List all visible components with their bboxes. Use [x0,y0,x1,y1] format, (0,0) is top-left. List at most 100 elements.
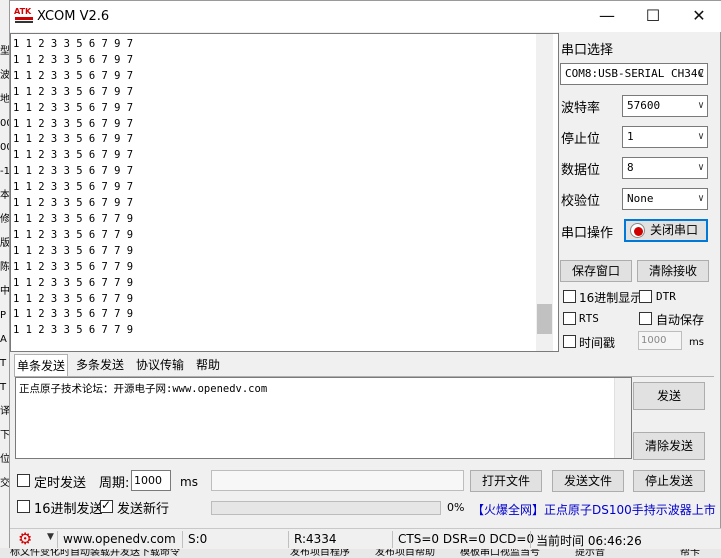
receive-line: 1 1 2 3 3 5 6 7 9 7 [13,117,134,130]
bg-left-char: P [0,310,7,321]
minimize-button[interactable]: — [584,1,630,31]
timestamp-checkbox[interactable] [563,335,576,348]
tab-protocol[interactable]: 协议传输 [134,354,186,376]
status-bar: ⚙ ▼ www.openedv.com S:0 R:4334 CTS=0 DSR… [10,528,721,549]
received-count: R:4334 [294,532,337,546]
bg-left-char: 版 [0,238,9,249]
bg-left-char: 下 [0,430,9,441]
receive-scrollbar[interactable] [536,34,553,351]
send-progress-bar [211,501,441,515]
databits-value: 8 [627,161,634,174]
receive-line: 1 1 2 3 3 5 6 7 9 7 [13,133,134,146]
send-newline-label: 发送新行 [117,502,170,517]
hex-send-label: 16进制发送 [34,502,103,517]
receive-line: 1 1 2 3 3 5 6 7 9 7 [13,149,134,162]
receive-line: 1 1 2 3 3 5 6 7 7 9 [13,212,134,225]
timestamp-label: 时间戳 [579,336,616,350]
save-window-button[interactable]: 保存窗口 [560,260,632,282]
maximize-button[interactable]: ☐ [630,1,676,31]
dtr-checkbox[interactable] [639,290,652,303]
receive-line: 1 1 2 3 3 5 6 7 7 9 [13,244,134,257]
close-port-label: 关闭串口 [650,223,699,237]
rts-checkbox[interactable] [563,312,576,325]
status-separator [530,531,531,548]
receive-line: 1 1 2 3 3 5 6 7 7 9 [13,276,134,289]
receive-line: 1 1 2 3 3 5 6 7 9 7 [13,69,134,82]
bg-left-char: -1 [0,166,9,177]
port-select-value: COM8:USB-SERIAL CH34C [565,67,705,80]
send-file-button[interactable]: 发送文件 [552,470,624,492]
bg-left-char: 型 [0,46,9,57]
bg-left-char: 本 [0,190,9,201]
window-title: XCOM V2.6 [37,9,110,24]
progress-percent: 0% [447,501,465,514]
parity-value: None [627,192,654,205]
open-file-button[interactable]: 打开文件 [470,470,542,492]
receive-line: 1 1 2 3 3 5 6 7 7 9 [13,308,134,321]
port-select[interactable]: COM8:USB-SERIAL CH34C ∨ [560,63,708,85]
tab-help[interactable]: 帮助 [194,354,222,376]
receive-line: 1 1 2 3 3 5 6 7 9 7 [13,181,134,194]
bg-left-char: 波 [0,70,9,81]
send-input[interactable]: 正点原子技术论坛：开源电子网:www.openedv.com [15,377,632,459]
receive-text: 1 1 2 3 3 5 6 7 9 7 1 1 2 3 3 5 6 7 9 7 1 … [13,37,533,339]
hex-display-checkbox[interactable] [563,290,576,303]
send-newline-checkbox[interactable] [100,498,113,513]
baud-value: 57600 [627,99,661,112]
send-scrollbar[interactable] [614,378,631,458]
send-button[interactable]: 发送 [633,382,705,410]
bg-left-char: A [0,334,7,345]
title-bar: ATK XCOM V2.6 — ☐ ✕ [10,1,721,32]
website-link[interactable]: www.openedv.com [63,532,176,546]
tab-multi-send[interactable]: 多条发送 [74,354,126,376]
dropdown-arrow-icon[interactable]: ▼ [47,532,54,542]
receive-line: 1 1 2 3 3 5 6 7 9 7 [13,38,134,50]
bg-bottom-text-2: 发布项目帮助 [375,548,435,558]
stop-send-button[interactable]: 停止发送 [633,470,705,492]
scrollbar-thumb[interactable] [537,304,552,334]
maximize-icon: ☐ [645,6,661,25]
tab-single-send[interactable]: 单条发送 [14,354,69,376]
timestamp-interval-value: 1000 [641,335,667,346]
databits-select[interactable]: 8 ∨ [622,157,708,179]
hex-send-checkbox[interactable] [17,500,30,513]
stopbits-select[interactable]: 1 ∨ [622,126,708,148]
clear-send-button[interactable]: 清除发送 [633,432,705,460]
bg-bottom-text-5: 帮卡 [680,548,700,558]
close-window-button[interactable]: ✕ [676,1,721,31]
status-separator [182,531,183,548]
background-bottom-strip: 标文件变化时自动装载并发送下载命令 发布项目程序 发布项目帮助 模板串口视监当号… [0,548,721,558]
period-label: 周期: [99,476,130,491]
bg-left-char: 译 [0,406,9,417]
receive-line: 1 1 2 3 3 5 6 7 9 7 [13,85,134,98]
stopbits-label: 停止位 [561,132,601,147]
chevron-down-icon: ∨ [697,68,704,79]
atk-logo: ATK [13,6,35,26]
parity-select[interactable]: None ∨ [622,188,708,210]
bg-bottom-text-1: 发布项目程序 [290,548,350,558]
bg-left-char: T [0,382,7,393]
settings-gear-icon[interactable]: ⚙ [18,529,32,548]
receive-area[interactable]: 1 1 2 3 3 5 6 7 9 7 1 1 2 3 3 5 6 7 9 7 1 … [10,33,559,352]
stopbits-value: 1 [627,130,634,143]
rts-label: RTS [579,312,599,325]
receive-line: 1 1 2 3 3 5 6 7 9 7 [13,101,134,114]
background-left-strip: 型波地 00 00 -1 本修版陈中 P A T T 译下位交 [0,0,9,558]
bg-left-char: 位 [0,454,9,465]
port-op-label: 串口操作 [561,226,614,241]
status-separator [392,531,393,548]
timestamp-unit: ms [689,337,704,348]
receive-line: 1 1 2 3 3 5 6 7 7 9 [13,292,134,305]
minimize-icon: — [599,6,615,25]
timestamp-interval-input[interactable]: 1000 [638,331,682,350]
baud-select[interactable]: 57600 ∨ [622,95,708,117]
ad-link[interactable]: 【火爆全网】正点原子DS100手持示波器上市 [472,501,716,518]
file-path-input[interactable] [211,470,464,491]
parity-label: 校验位 [561,194,601,209]
period-input[interactable]: 1000 [131,470,171,491]
close-port-button[interactable]: 关闭串口 [624,219,708,242]
timed-send-checkbox[interactable] [17,474,30,487]
dtr-label: DTR [656,290,676,303]
auto-save-checkbox[interactable] [639,312,652,325]
clear-receive-button[interactable]: 清除接收 [637,260,709,282]
